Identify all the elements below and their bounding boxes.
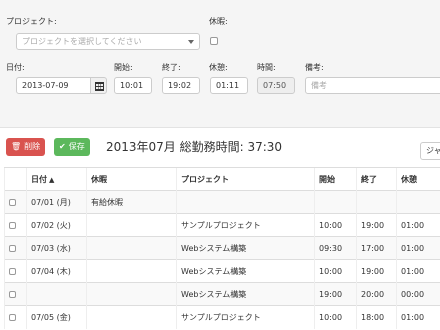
cell-date: 07/05 (金) bbox=[26, 305, 87, 329]
cell-start: 09:30 bbox=[314, 236, 357, 260]
calendar-button[interactable] bbox=[90, 77, 107, 94]
project-label: プロジェクト: bbox=[6, 17, 57, 26]
cell-project bbox=[176, 190, 315, 214]
table-row[interactable]: 07/03 (水) Webシステム構築 09:30 17:00 01:00 bbox=[4, 236, 440, 260]
cell-end: 19:00 bbox=[356, 259, 397, 283]
project-select-placeholder: プロジェクトを選択してください bbox=[22, 37, 142, 46]
time-label: 時間: bbox=[257, 63, 276, 72]
header-date[interactable]: 日付 ▲ bbox=[26, 167, 87, 191]
check-icon: ✔ bbox=[59, 142, 66, 151]
timesheet-table: 日付 ▲ 休暇 プロジェクト 開始 終了 休憩 07/01 (月) 有給休暇 07… bbox=[4, 167, 440, 329]
row-checkbox[interactable] bbox=[9, 221, 16, 229]
row-checkbox[interactable] bbox=[9, 198, 16, 206]
cell-start bbox=[314, 190, 357, 214]
cell-holiday: 有給休暇 bbox=[86, 190, 177, 214]
header-start[interactable]: 開始 bbox=[314, 167, 357, 191]
delete-button-label: 削除 bbox=[24, 142, 41, 151]
trash-icon: 🗑︎ bbox=[11, 142, 22, 151]
cell-start: 10:00 bbox=[314, 305, 357, 329]
cell-project: サンプルプロジェクト bbox=[176, 213, 315, 237]
table-row[interactable]: 07/02 (火) サンプルプロジェクト 10:00 19:00 01:00 bbox=[4, 213, 440, 237]
delete-button[interactable]: 🗑︎ 削除 bbox=[6, 138, 46, 156]
cell-end bbox=[356, 190, 397, 214]
row-select[interactable] bbox=[4, 190, 27, 214]
cell-break: 01:00 bbox=[396, 305, 440, 329]
row-checkbox[interactable] bbox=[9, 244, 16, 252]
table-row[interactable]: 07/05 (金) サンプルプロジェクト 10:00 18:00 01:00 bbox=[4, 305, 440, 329]
cell-start: 10:00 bbox=[314, 259, 357, 283]
cell-date: 07/02 (火) bbox=[26, 213, 87, 237]
entry-form-panel: プロジェクト: プロジェクトを選択してください 休暇: 日付: 2013-07-… bbox=[0, 0, 440, 128]
row-checkbox[interactable] bbox=[9, 313, 16, 321]
header-holiday[interactable]: 休暇 bbox=[86, 167, 177, 191]
note-input[interactable]: 備考 bbox=[305, 77, 440, 94]
cell-holiday bbox=[86, 282, 177, 306]
cell-project: Webシステム構築 bbox=[176, 282, 315, 306]
project-select[interactable]: プロジェクトを選択してください bbox=[16, 33, 200, 50]
table-row[interactable]: Webシステム構築 19:00 20:00 00:00 bbox=[4, 282, 440, 306]
cell-end: 17:00 bbox=[356, 236, 397, 260]
cell-break: 01:00 bbox=[396, 213, 440, 237]
row-checkbox[interactable] bbox=[9, 267, 16, 275]
date-label: 日付: bbox=[6, 63, 25, 72]
cell-project: Webシステム構築 bbox=[176, 236, 315, 260]
time-display: 07:50 bbox=[257, 77, 295, 94]
cell-start: 10:00 bbox=[314, 213, 357, 237]
cell-end: 19:00 bbox=[356, 213, 397, 237]
row-select[interactable] bbox=[4, 213, 27, 237]
cell-date bbox=[26, 282, 87, 306]
cell-end: 18:00 bbox=[356, 305, 397, 329]
row-select[interactable] bbox=[4, 259, 27, 283]
cell-date: 07/01 (月) bbox=[26, 190, 87, 214]
header-end[interactable]: 終了 bbox=[356, 167, 397, 191]
row-checkbox[interactable] bbox=[9, 290, 16, 298]
cell-project: Webシステム構築 bbox=[176, 259, 315, 283]
end-label: 終了: bbox=[162, 63, 181, 72]
calendar-icon bbox=[95, 82, 104, 91]
table-row[interactable]: 07/01 (月) 有給休暇 bbox=[4, 190, 440, 214]
save-button[interactable]: ✔ 保存 bbox=[54, 138, 90, 156]
monthly-summary: 2013年07月 総勤務時間: 37:30 bbox=[106, 140, 283, 154]
header-break[interactable]: 休憩 bbox=[396, 167, 440, 191]
table-header-row: 日付 ▲ 休暇 プロジェクト 開始 終了 休憩 bbox=[4, 167, 440, 191]
cell-project: サンプルプロジェクト bbox=[176, 305, 315, 329]
cell-break: 01:00 bbox=[396, 259, 440, 283]
cell-break: 00:00 bbox=[396, 282, 440, 306]
chevron-down-icon bbox=[188, 40, 194, 44]
table-row[interactable]: 07/04 (木) Webシステム構築 10:00 19:00 01:00 bbox=[4, 259, 440, 283]
row-select[interactable] bbox=[4, 305, 27, 329]
start-label: 開始: bbox=[114, 63, 133, 72]
save-button-label: 保存 bbox=[68, 142, 85, 151]
row-select[interactable] bbox=[4, 236, 27, 260]
break-label: 休憩: bbox=[209, 63, 228, 72]
extra-button[interactable]: ジャ bbox=[420, 142, 440, 160]
note-label: 備考: bbox=[305, 63, 324, 72]
cell-date: 07/03 (水) bbox=[26, 236, 87, 260]
sort-up-icon: ▲ bbox=[49, 175, 55, 184]
header-select bbox=[4, 167, 27, 191]
header-project[interactable]: プロジェクト bbox=[176, 167, 315, 191]
start-input[interactable]: 10:01 bbox=[114, 77, 152, 94]
cell-holiday bbox=[86, 259, 177, 283]
row-select[interactable] bbox=[4, 282, 27, 306]
cell-break bbox=[396, 190, 440, 214]
cell-holiday bbox=[86, 213, 177, 237]
cell-start: 19:00 bbox=[314, 282, 357, 306]
cell-holiday bbox=[86, 305, 177, 329]
date-input[interactable]: 2013-07-09 bbox=[16, 77, 91, 94]
end-input[interactable]: 19:02 bbox=[162, 77, 200, 94]
cell-holiday bbox=[86, 236, 177, 260]
header-date-label: 日付 bbox=[31, 174, 47, 184]
cell-end: 20:00 bbox=[356, 282, 397, 306]
holiday-label: 休暇: bbox=[209, 17, 228, 26]
break-input[interactable]: 01:11 bbox=[210, 77, 248, 94]
cell-break: 01:00 bbox=[396, 236, 440, 260]
holiday-checkbox[interactable] bbox=[210, 37, 218, 45]
cell-date: 07/04 (木) bbox=[26, 259, 87, 283]
